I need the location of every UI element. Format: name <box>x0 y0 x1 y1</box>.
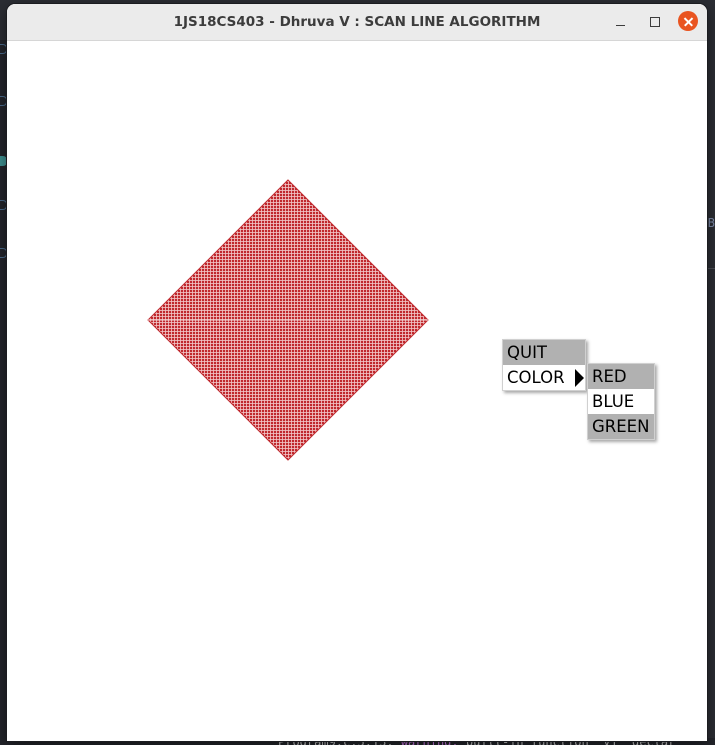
background-divider <box>707 268 715 269</box>
drawing-canvas[interactable]: QUIT COLOR RED BLUE GREEN <box>7 41 707 741</box>
maximize-icon[interactable] <box>645 12 665 32</box>
editor-gutter-icon <box>0 44 7 54</box>
window-titlebar[interactable]: 1JS18CS403 - Dhruva V : SCAN LINE ALGORI… <box>7 4 707 41</box>
submenu-item-label: RED <box>592 367 627 386</box>
color-submenu: RED BLUE GREEN <box>587 363 655 440</box>
close-icon[interactable] <box>678 11 698 31</box>
app-window: 1JS18CS403 - Dhruva V : SCAN LINE ALGORI… <box>7 4 707 741</box>
menu-item-label: QUIT <box>507 343 548 362</box>
menu-item-quit[interactable]: QUIT <box>503 340 585 365</box>
editor-gutter-icon <box>0 96 7 106</box>
editor-gutter-icon <box>0 156 7 166</box>
editor-gutter-icon <box>0 248 7 258</box>
submenu-item-label: GREEN <box>592 417 650 436</box>
submenu-item-green[interactable]: GREEN <box>588 414 654 439</box>
editor-gutter-icon <box>0 200 7 210</box>
arrow-right-icon <box>575 369 584 387</box>
menu-item-color[interactable]: COLOR <box>503 365 585 390</box>
menu-item-label: COLOR <box>507 368 565 387</box>
window-title: 1JS18CS403 - Dhruva V : SCAN LINE ALGORI… <box>173 14 541 30</box>
submenu-item-blue[interactable]: BLUE <box>588 389 654 414</box>
context-menu: QUIT COLOR <box>502 339 586 391</box>
submenu-item-red[interactable]: RED <box>588 364 654 389</box>
background-editor-text: B <box>707 216 715 230</box>
submenu-item-label: BLUE <box>592 392 635 411</box>
minimize-icon[interactable] <box>611 12 631 32</box>
